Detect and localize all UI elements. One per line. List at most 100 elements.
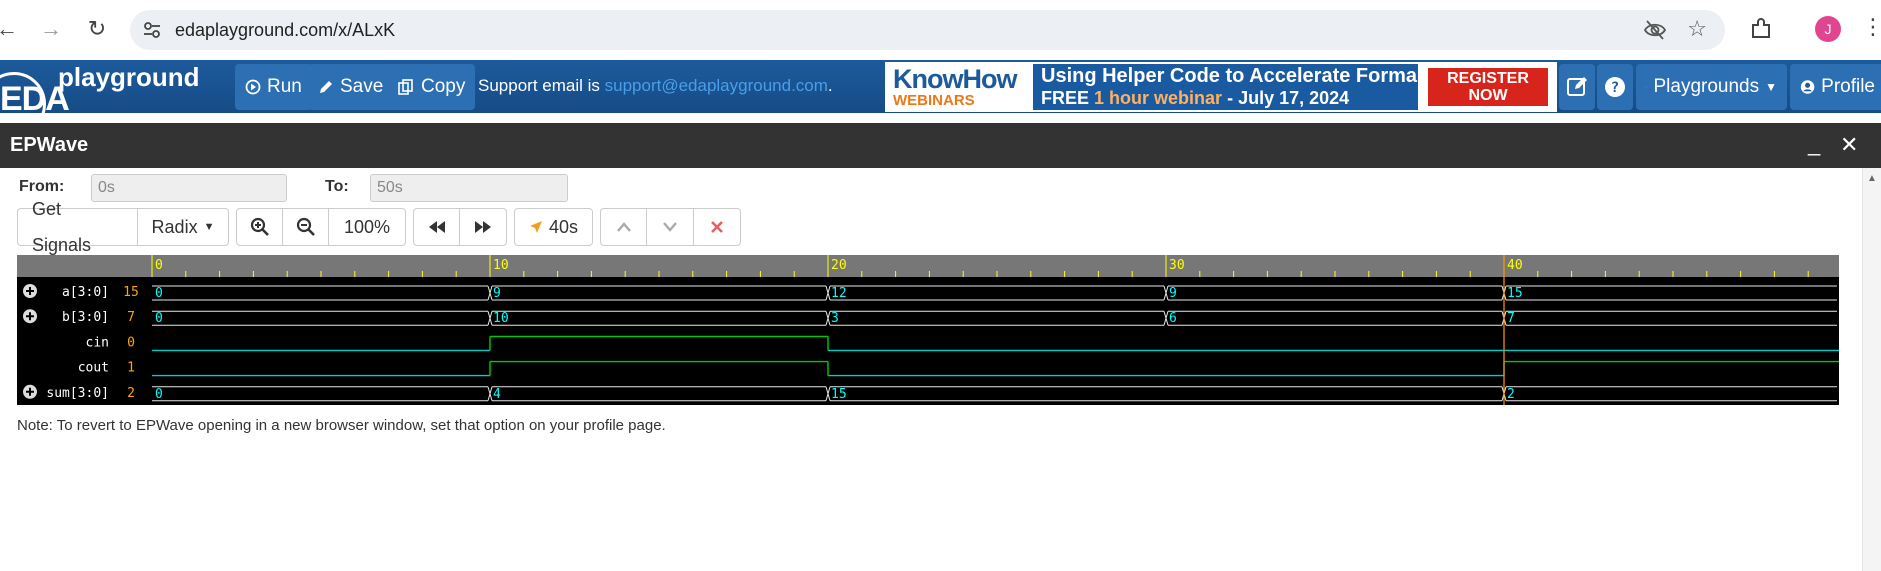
prev-edge-button[interactable] xyxy=(414,209,461,245)
banner-headline: Using Helper Code to Accelerate Formal xyxy=(1041,65,1423,87)
bus-value-label: 10 xyxy=(493,311,509,326)
playgrounds-label: Playgrounds xyxy=(1653,76,1760,97)
copy-label: Copy xyxy=(421,76,466,97)
play-circle-icon xyxy=(245,79,261,95)
epwave-titlebar: EPWave _ ✕ xyxy=(0,123,1881,168)
user-circle-icon xyxy=(1800,80,1815,94)
location-arrow-icon xyxy=(529,221,542,233)
waveform-canvas[interactable]: 0 10 20 30 40a[3:0] 15 0 9 12 9 15b[3:0] 7 0 10 3 6 7cin… xyxy=(17,255,1839,405)
bus-transition xyxy=(825,311,831,326)
reload-icon[interactable]: ↻ xyxy=(82,14,112,44)
bus-value-label: 0 xyxy=(155,387,163,402)
ruler-tick-label: 30 xyxy=(1169,258,1185,273)
marker-time-button[interactable]: 40s xyxy=(515,209,592,245)
site-settings-icon[interactable] xyxy=(142,20,162,40)
url-text[interactable]: edaplayground.com/x/ALxK xyxy=(175,20,395,41)
remove-signal-button[interactable] xyxy=(694,209,740,245)
signal-cursor-value: 0 xyxy=(127,335,135,350)
save-button[interactable]: Save xyxy=(308,64,394,110)
zoom-in-icon xyxy=(250,217,269,236)
support-email-text: Support email is support@edaplayground.c… xyxy=(478,76,833,96)
epwave-note: Note: To revert to EPWave opening in a n… xyxy=(17,417,666,434)
bus-transition xyxy=(1163,285,1169,301)
bus-value-label: 15 xyxy=(1507,286,1523,301)
signal-order-group xyxy=(600,208,741,246)
signal-cursor-value: 1 xyxy=(127,361,135,376)
epwave-title: EPWave xyxy=(10,134,89,156)
signal-button-group: Get Signals Radix ▼ xyxy=(17,199,229,255)
vertical-scrollbar[interactable]: ▲ xyxy=(1862,168,1881,571)
bus-transition xyxy=(487,285,493,301)
radix-label: Radix xyxy=(151,217,198,237)
banner-promo: Using Helper Code to Accelerate Formal F… xyxy=(1033,64,1423,110)
close-icon[interactable]: ✕ xyxy=(1840,132,1858,158)
get-signals-button[interactable]: Get Signals xyxy=(18,199,138,255)
extensions-icon[interactable] xyxy=(1748,16,1774,42)
kebab-menu-icon[interactable]: ⋮ xyxy=(1862,14,1881,40)
copy-icon xyxy=(398,79,413,95)
bookmark-star-icon[interactable]: ☆ xyxy=(1687,16,1707,42)
run-button[interactable]: Run xyxy=(235,64,312,110)
rocket-icon xyxy=(1646,86,1648,88)
scroll-up-icon[interactable]: ▲ xyxy=(1867,173,1877,184)
ruler-tick-label: 10 xyxy=(493,258,509,273)
eda-toolbar: EDA playground Run Save Copy Support ema… xyxy=(0,60,1881,136)
address-bar[interactable]: edaplayground.com/x/ALxK ☆ xyxy=(130,10,1725,50)
zoom-out-button[interactable] xyxy=(283,209,329,245)
knowhow-logo: KnowHow xyxy=(893,64,1017,94)
nav-button-group xyxy=(413,208,507,246)
register-now-button[interactable]: REGISTER NOW xyxy=(1428,68,1548,106)
bus-value-label: 12 xyxy=(831,286,847,301)
back-icon[interactable]: ← xyxy=(0,14,22,44)
to-label: To: xyxy=(325,178,349,195)
profile-button[interactable]: Profile xyxy=(1790,64,1881,110)
support-email-link[interactable]: support@edaplayground.com xyxy=(605,76,828,95)
save-label: Save xyxy=(340,76,384,97)
signal-cursor-value: 7 xyxy=(127,310,135,325)
signal-cursor-value: 15 xyxy=(123,285,139,300)
minimize-icon[interactable]: _ xyxy=(1808,131,1820,157)
forward-icon[interactable]: → xyxy=(36,14,66,44)
bus-value-label: 0 xyxy=(155,311,163,326)
svg-text:?: ? xyxy=(1611,80,1619,96)
run-label: Run xyxy=(267,76,302,97)
bus-transition xyxy=(487,311,493,326)
bus-value-label: 4 xyxy=(493,387,501,402)
bus-transition xyxy=(1163,311,1169,326)
register-label: REGISTER xyxy=(1447,70,1529,87)
webinar-banner[interactable]: KnowHow WEBINARS Using Helper Code to Ac… xyxy=(885,62,1557,112)
bus-value-label: 7 xyxy=(1507,311,1515,326)
move-up-button[interactable] xyxy=(601,209,648,245)
bus-value-label: 2 xyxy=(1507,387,1515,402)
eda-playground-logo[interactable]: EDA playground xyxy=(0,60,220,136)
remove-x-icon xyxy=(710,221,723,233)
waveform-viewer[interactable]: 0 10 20 30 40 a[3:0] 15 0 9 12 9 15 b[3:0] 7 0 10 3 6 7 cin… xyxy=(17,255,1839,405)
zoom-in-button[interactable] xyxy=(237,209,283,245)
signal-name: cin xyxy=(86,335,109,350)
bus-value-label: 15 xyxy=(831,387,847,402)
copy-button[interactable]: Copy xyxy=(387,64,476,110)
forward-icon xyxy=(475,221,491,233)
help-icon-button[interactable]: ? xyxy=(1597,64,1633,110)
playgrounds-dropdown[interactable]: Playgrounds ▼ xyxy=(1636,64,1787,110)
radix-dropdown[interactable]: Radix ▼ xyxy=(138,209,228,245)
eye-off-icon[interactable] xyxy=(1643,19,1667,41)
move-down-button[interactable] xyxy=(647,209,694,245)
next-edge-button[interactable] xyxy=(460,209,506,245)
bus-value-label: 9 xyxy=(493,286,501,301)
signal-name: b[3:0] xyxy=(62,310,109,325)
caret-down-icon: ▼ xyxy=(1765,80,1777,94)
ruler-tick-label: 0 xyxy=(155,258,163,273)
bus-transition xyxy=(825,386,831,401)
to-input[interactable]: 50s xyxy=(370,174,568,202)
profile-avatar[interactable]: J xyxy=(1815,16,1841,42)
signal-name: sum[3:0] xyxy=(46,386,109,401)
ruler-tick-label: 40 xyxy=(1507,258,1523,273)
zoom-button-group: 100% xyxy=(236,208,406,246)
ruler-tick-label: 20 xyxy=(831,258,847,273)
edit-icon-button[interactable] xyxy=(1559,64,1595,110)
marker-time-label: 40s xyxy=(548,217,579,237)
bus-value-label: 3 xyxy=(831,311,839,326)
zoom-level-button[interactable]: 100% xyxy=(329,209,405,245)
zoom-out-icon xyxy=(296,217,315,236)
